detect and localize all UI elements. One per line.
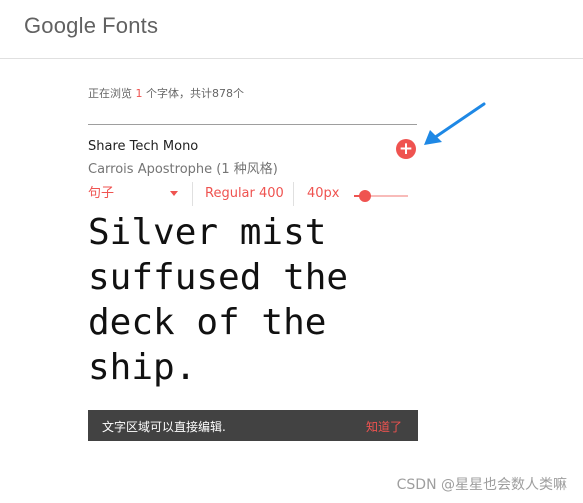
logo-brand: Google (24, 13, 97, 38)
size-label: 40px (307, 186, 340, 201)
watermark: CSDN @星星也会数人类嘛 (396, 477, 567, 493)
preview-text[interactable]: Silver mist suffused the deck of the shi… (88, 210, 388, 390)
chevron-down-icon[interactable] (170, 191, 178, 196)
preview-mode-label: 句子 (88, 186, 115, 201)
add-font-button[interactable]: + (396, 139, 416, 159)
browse-count: 1 (135, 87, 143, 100)
size-slider-handle[interactable] (359, 190, 371, 202)
browse-total: 878 (212, 87, 233, 100)
control-separator (192, 182, 193, 206)
top-bar: Google Fonts (0, 0, 583, 59)
hint-toast: 文字区域可以直接编辑. 知道了 (88, 410, 418, 441)
toast-dismiss-button[interactable]: 知道了 (366, 418, 402, 435)
control-separator (293, 182, 294, 206)
font-author: Carrois Apostrophe (1 种风格) (88, 162, 278, 177)
google-fonts-logo[interactable]: Google Fonts (24, 13, 158, 39)
annotation-arrow-icon (424, 102, 486, 145)
font-name[interactable]: Share Tech Mono (88, 139, 198, 154)
preview-mode-select[interactable]: 句子 (88, 180, 114, 208)
plus-icon: + (398, 139, 414, 159)
card-divider (88, 124, 417, 125)
browse-summary: 正在浏览 1 个字体，共计878个 (88, 85, 244, 101)
weight-select[interactable]: Regular 400 (205, 180, 284, 208)
browse-prefix: 正在浏览 (88, 87, 132, 100)
toast-message: 文字区域可以直接编辑. (102, 420, 226, 434)
preview-controls: 句子 Regular 400 40px (88, 180, 418, 208)
browse-middle: 个字体，共计 (146, 87, 212, 100)
browse-suffix: 个 (233, 87, 244, 100)
logo-product: Fonts (102, 13, 159, 38)
